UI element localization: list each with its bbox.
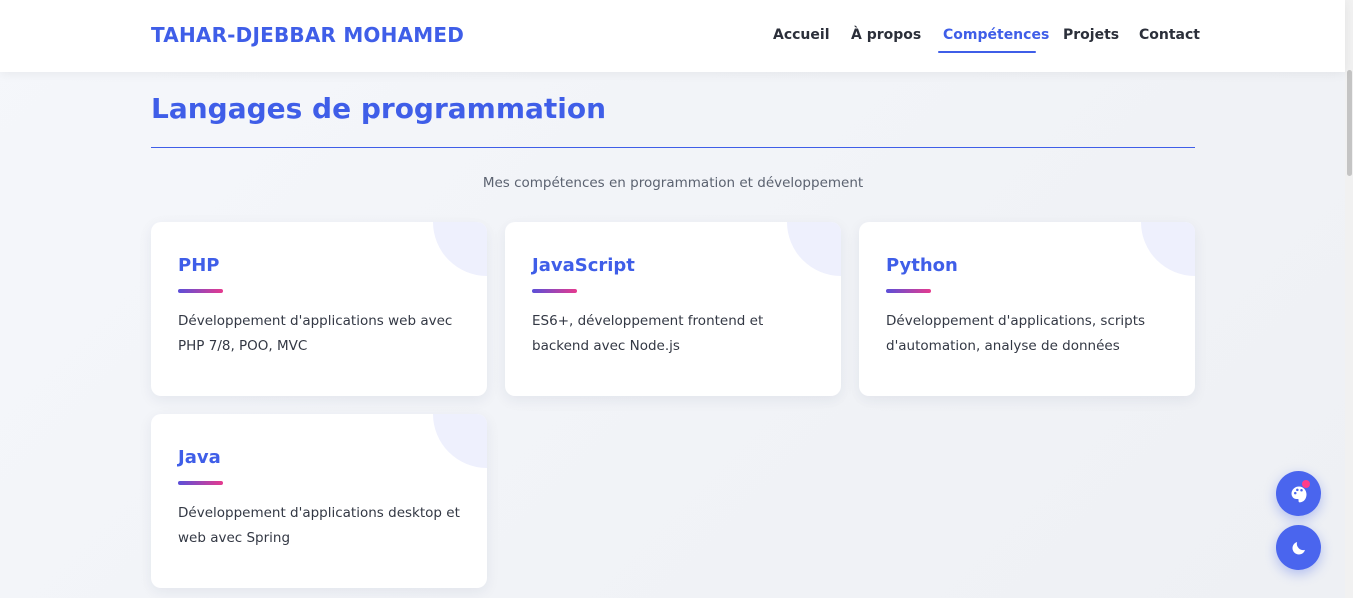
skill-card-title: Java	[178, 447, 221, 468]
navbar: TAHAR-DJEBBAR MOHAMED Accueil À propos C…	[0, 0, 1345, 72]
card-corner-decoration	[433, 222, 487, 276]
nav-link-accueil[interactable]: Accueil	[773, 27, 830, 43]
nav-link-contact[interactable]: Contact	[1139, 27, 1200, 43]
skill-card-description: ES6+, développement frontend et backend …	[532, 313, 764, 354]
card-corner-decoration	[433, 414, 487, 468]
skill-card-description: Développement d'applications, scripts d'…	[886, 313, 1146, 354]
skill-card-description: Développement d'applications desktop et …	[178, 505, 460, 546]
skill-card-java: Java Développement d'applications deskto…	[151, 414, 487, 588]
dark-mode-toggle-button[interactable]	[1276, 525, 1321, 570]
page-scrollbar[interactable]	[1345, 0, 1353, 598]
skill-card-accent-bar	[178, 481, 223, 485]
skill-card-accent-bar	[886, 289, 931, 293]
section-subtitle: Mes compétences en programmation et déve…	[482, 175, 864, 191]
card-corner-decoration	[1141, 222, 1195, 276]
nav-link-competences[interactable]: Compétences	[943, 27, 1049, 43]
skill-card-javascript: JavaScript ES6+, développement frontend …	[505, 222, 841, 396]
scrollbar-thumb[interactable]	[1347, 70, 1352, 176]
skill-card-title: JavaScript	[532, 255, 635, 276]
nav-link-projets[interactable]: Projets	[1063, 27, 1119, 43]
section-divider	[151, 147, 1195, 148]
brand-logo-text[interactable]: TAHAR-DJEBBAR MOHAMED	[151, 23, 464, 47]
notification-dot	[1302, 480, 1310, 488]
skill-card-title: PHP	[178, 255, 220, 276]
active-nav-underline	[938, 51, 1036, 53]
skill-card-python: Python Développement d'applications, scr…	[859, 222, 1195, 396]
skill-card-accent-bar	[532, 289, 577, 293]
skill-card-php: PHP Développement d'applications web ave…	[151, 222, 487, 396]
section-title: Langages de programmation	[151, 92, 607, 125]
nav-link-a-propos[interactable]: À propos	[851, 27, 921, 43]
skill-card-title: Python	[886, 255, 958, 276]
card-corner-decoration	[787, 222, 841, 276]
theme-palette-button[interactable]	[1276, 471, 1321, 516]
skill-card-description: Développement d'applications web avec PH…	[178, 313, 453, 354]
moon-icon	[1290, 539, 1308, 557]
skill-card-accent-bar	[178, 289, 223, 293]
